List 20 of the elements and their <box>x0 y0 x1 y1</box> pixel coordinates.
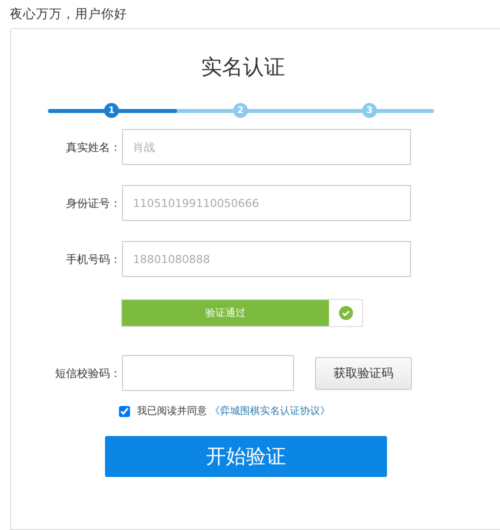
field-label: 真实姓名： <box>65 140 121 154</box>
start-verification-button[interactable]: 开始验证 <box>105 436 387 477</box>
verification-status: 验证通过 <box>122 300 329 326</box>
input-field[interactable]: 110510199110050666 <box>122 185 411 221</box>
check-icon <box>338 306 352 320</box>
step-marker: 1 <box>104 103 119 118</box>
page-title: 实名认证 <box>200 54 286 81</box>
agreement-text: 我已阅读并同意 <box>137 404 207 418</box>
greeting-text: 夜心万万，用户你好 <box>10 6 128 23</box>
field-label: 短信校验码： <box>54 366 121 380</box>
field-label: 手机号码： <box>65 252 121 266</box>
get-code-button[interactable]: 获取验证码 <box>315 356 412 390</box>
input-field[interactable]: 18801080888 <box>122 241 411 277</box>
field-label: 身份证号： <box>65 196 121 210</box>
step-marker: 2 <box>233 103 248 118</box>
input-field[interactable] <box>122 355 294 391</box>
step-marker: 3 <box>362 103 377 118</box>
agree-checkbox[interactable] <box>119 406 130 416</box>
agreement-link[interactable]: 《弈城围棋实名认证协议》 <box>210 404 330 418</box>
input-field[interactable]: 肖战 <box>122 129 411 165</box>
